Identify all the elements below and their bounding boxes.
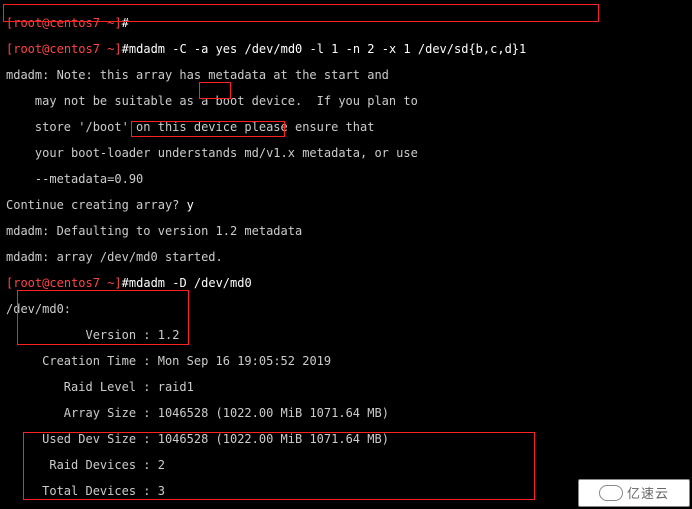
watermark-logo: 亿速云	[578, 479, 690, 507]
prompt-line-partial: [root@centos7 ~]#	[6, 17, 686, 30]
output-line: mdadm: array /dev/md0 started.	[6, 251, 686, 264]
prompt-line-cmd1: [root@centos7 ~]#mdadm -C -a yes /dev/md…	[6, 43, 686, 56]
note-line: may not be suitable as a boot device. If…	[6, 95, 686, 108]
field-array-size: Array Size : 1046528 (1022.00 MiB 1071.6…	[6, 407, 686, 420]
note-line: store '/boot' on this device please ensu…	[6, 121, 686, 134]
cloud-icon	[599, 485, 623, 501]
watermark-text: 亿速云	[627, 487, 669, 500]
note-line: your boot-loader understands md/v1.x met…	[6, 147, 686, 160]
prompt-line-cmd2: [root@centos7 ~]#mdadm -D /dev/md0	[6, 277, 686, 290]
continue-prompt: Continue creating array? y	[6, 199, 686, 212]
field-used-dev-size: Used Dev Size : 1046528 (1022.00 MiB 107…	[6, 433, 686, 446]
field-creation: Creation Time : Mon Sep 16 19:05:52 2019	[6, 355, 686, 368]
output-line: mdadm: Defaulting to version 1.2 metadat…	[6, 225, 686, 238]
note-line: mdadm: Note: this array has metadata at …	[6, 69, 686, 82]
terminal-window[interactable]: [root@centos7 ~]# [root@centos7 ~]#mdadm…	[0, 0, 692, 509]
device-header: /dev/md0:	[6, 303, 686, 316]
field-version: Version : 1.2	[6, 329, 686, 342]
note-line: --metadata=0.90	[6, 173, 686, 186]
field-raid-devices: Raid Devices : 2	[6, 459, 686, 472]
field-raid-level: Raid Level : raid1	[6, 381, 686, 394]
